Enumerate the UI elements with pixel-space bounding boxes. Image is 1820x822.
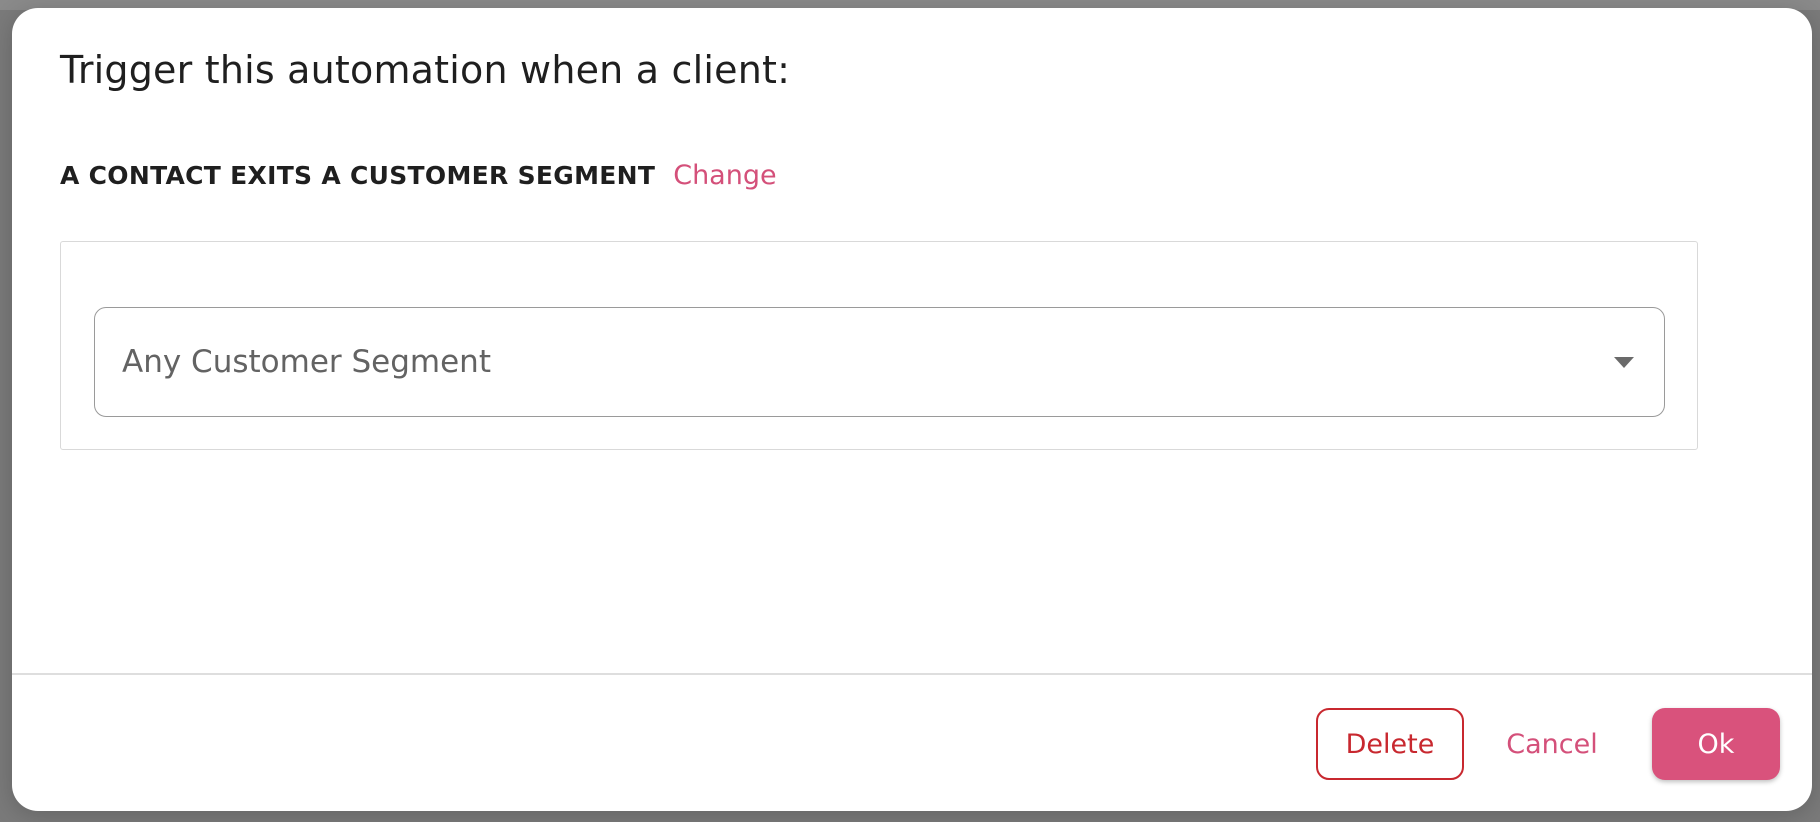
trigger-name: A CONTACT EXITS A CUSTOMER SEGMENT xyxy=(60,161,656,190)
dialog-title: Trigger this automation when a client: xyxy=(60,48,791,92)
cancel-button[interactable]: Cancel xyxy=(1478,708,1626,780)
customer-segment-select[interactable]: Any Customer Segment xyxy=(94,307,1665,417)
selected-trigger-row: A CONTACT EXITS A CUSTOMER SEGMENT Chang… xyxy=(60,160,777,191)
change-trigger-link[interactable]: Change xyxy=(673,160,776,191)
delete-button[interactable]: Delete xyxy=(1316,708,1464,780)
dialog-footer-actions: Delete Cancel Ok xyxy=(1316,708,1780,780)
ok-button[interactable]: Ok xyxy=(1652,708,1780,780)
trigger-config-panel: Any Customer Segment xyxy=(60,241,1698,450)
footer-divider xyxy=(12,673,1812,675)
chevron-down-icon xyxy=(1614,357,1634,368)
trigger-dialog: Trigger this automation when a client: A… xyxy=(12,8,1812,811)
segment-select-value: Any Customer Segment xyxy=(122,344,491,380)
